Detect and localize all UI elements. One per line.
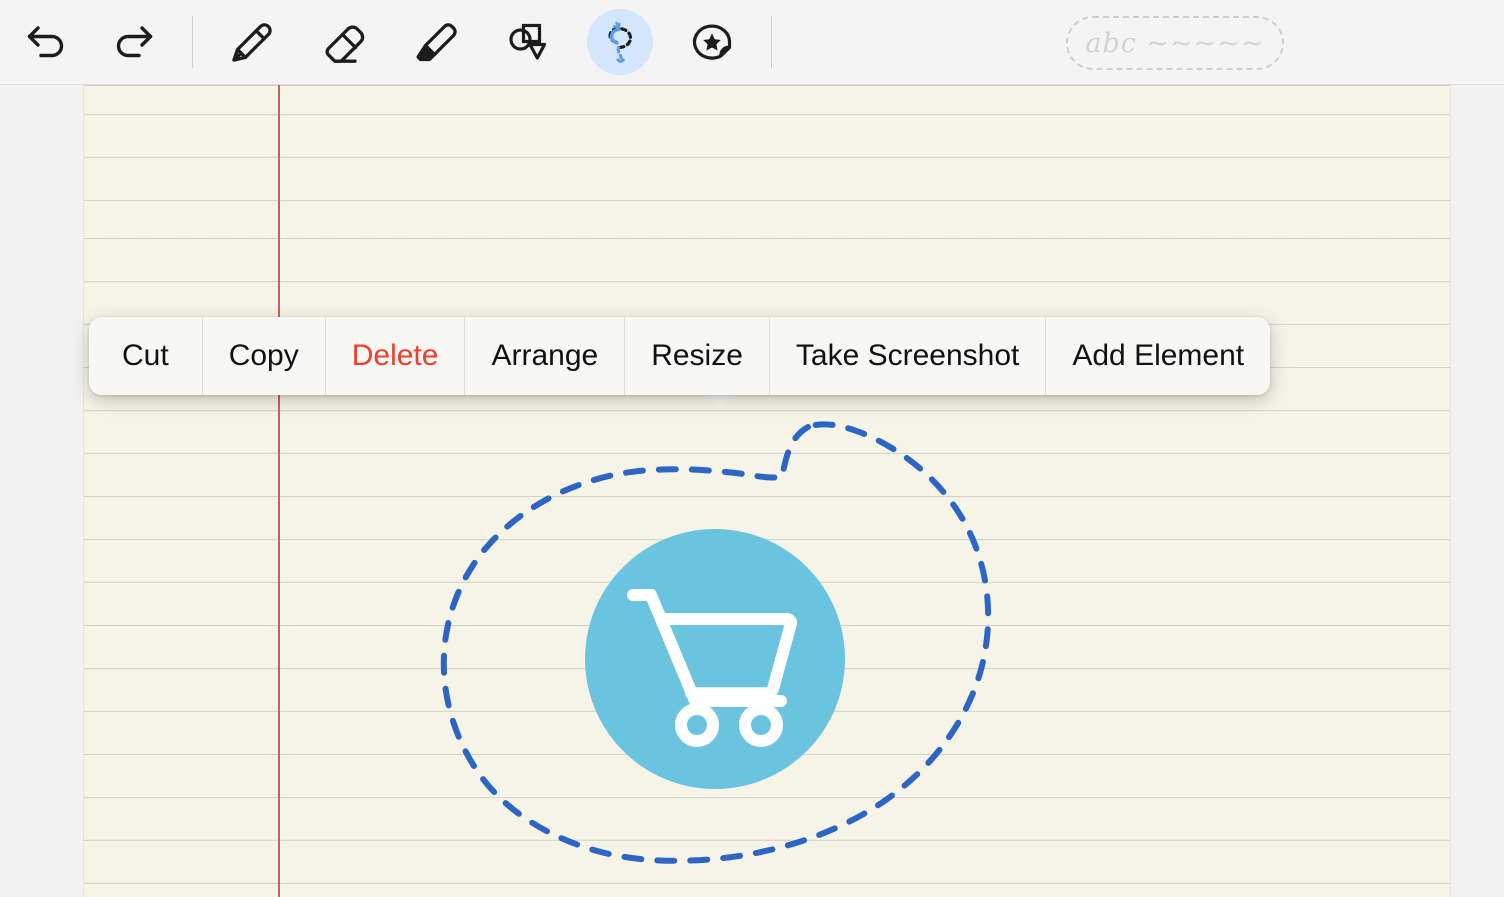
undo-button[interactable] <box>14 9 80 75</box>
shopping-cart-icon <box>585 529 845 794</box>
shapes-tool-button[interactable] <box>495 9 561 75</box>
toolbar-divider <box>771 16 772 68</box>
highlighter-icon <box>407 13 465 71</box>
undo-arrow-icon <box>19 14 75 70</box>
redo-button[interactable] <box>100 9 166 75</box>
context-menu-item-cut[interactable]: Cut <box>89 317 202 395</box>
shapes-icon <box>499 13 557 71</box>
sticker-star-icon <box>683 13 741 71</box>
eraser-tool-button[interactable] <box>311 9 377 75</box>
redo-arrow-icon <box>105 14 161 70</box>
context-menu-item-add-element[interactable]: Add Element <box>1045 317 1270 395</box>
context-menu-item-resize[interactable]: Resize <box>624 317 769 395</box>
eraser-icon <box>315 13 373 71</box>
lasso-selection-icon <box>591 13 649 71</box>
note-canvas[interactable]: Cut Copy Delete Arrange Resize Take Scre… <box>0 85 1504 897</box>
context-menu-item-delete[interactable]: Delete <box>325 317 465 395</box>
page-top-edge <box>84 85 1450 86</box>
context-menu-item-copy[interactable]: Copy <box>202 317 325 395</box>
margin-line <box>278 85 280 897</box>
context-menu-item-take-screenshot[interactable]: Take Screenshot <box>769 317 1045 395</box>
text-tool-chip[interactable]: abc ~~~~~ <box>1066 16 1284 70</box>
text-tool-chip-label: abc ~~~~~ <box>1085 28 1264 59</box>
pen-tool-button[interactable] <box>219 9 285 75</box>
toolbar: abc ~~~~~ <box>0 0 1504 85</box>
sticker-tool-button[interactable] <box>679 9 745 75</box>
app-root: abc ~~~~~ <box>0 0 1504 897</box>
highlighter-tool-button[interactable] <box>403 9 469 75</box>
context-menu-item-arrange[interactable]: Arrange <box>464 317 624 395</box>
lasso-tool-button[interactable] <box>587 9 653 75</box>
context-menu: Cut Copy Delete Arrange Resize Take Scre… <box>89 317 1270 395</box>
selected-element-shopping-cart[interactable] <box>585 531 845 791</box>
toolbar-divider <box>192 16 193 68</box>
pen-icon <box>223 13 281 71</box>
